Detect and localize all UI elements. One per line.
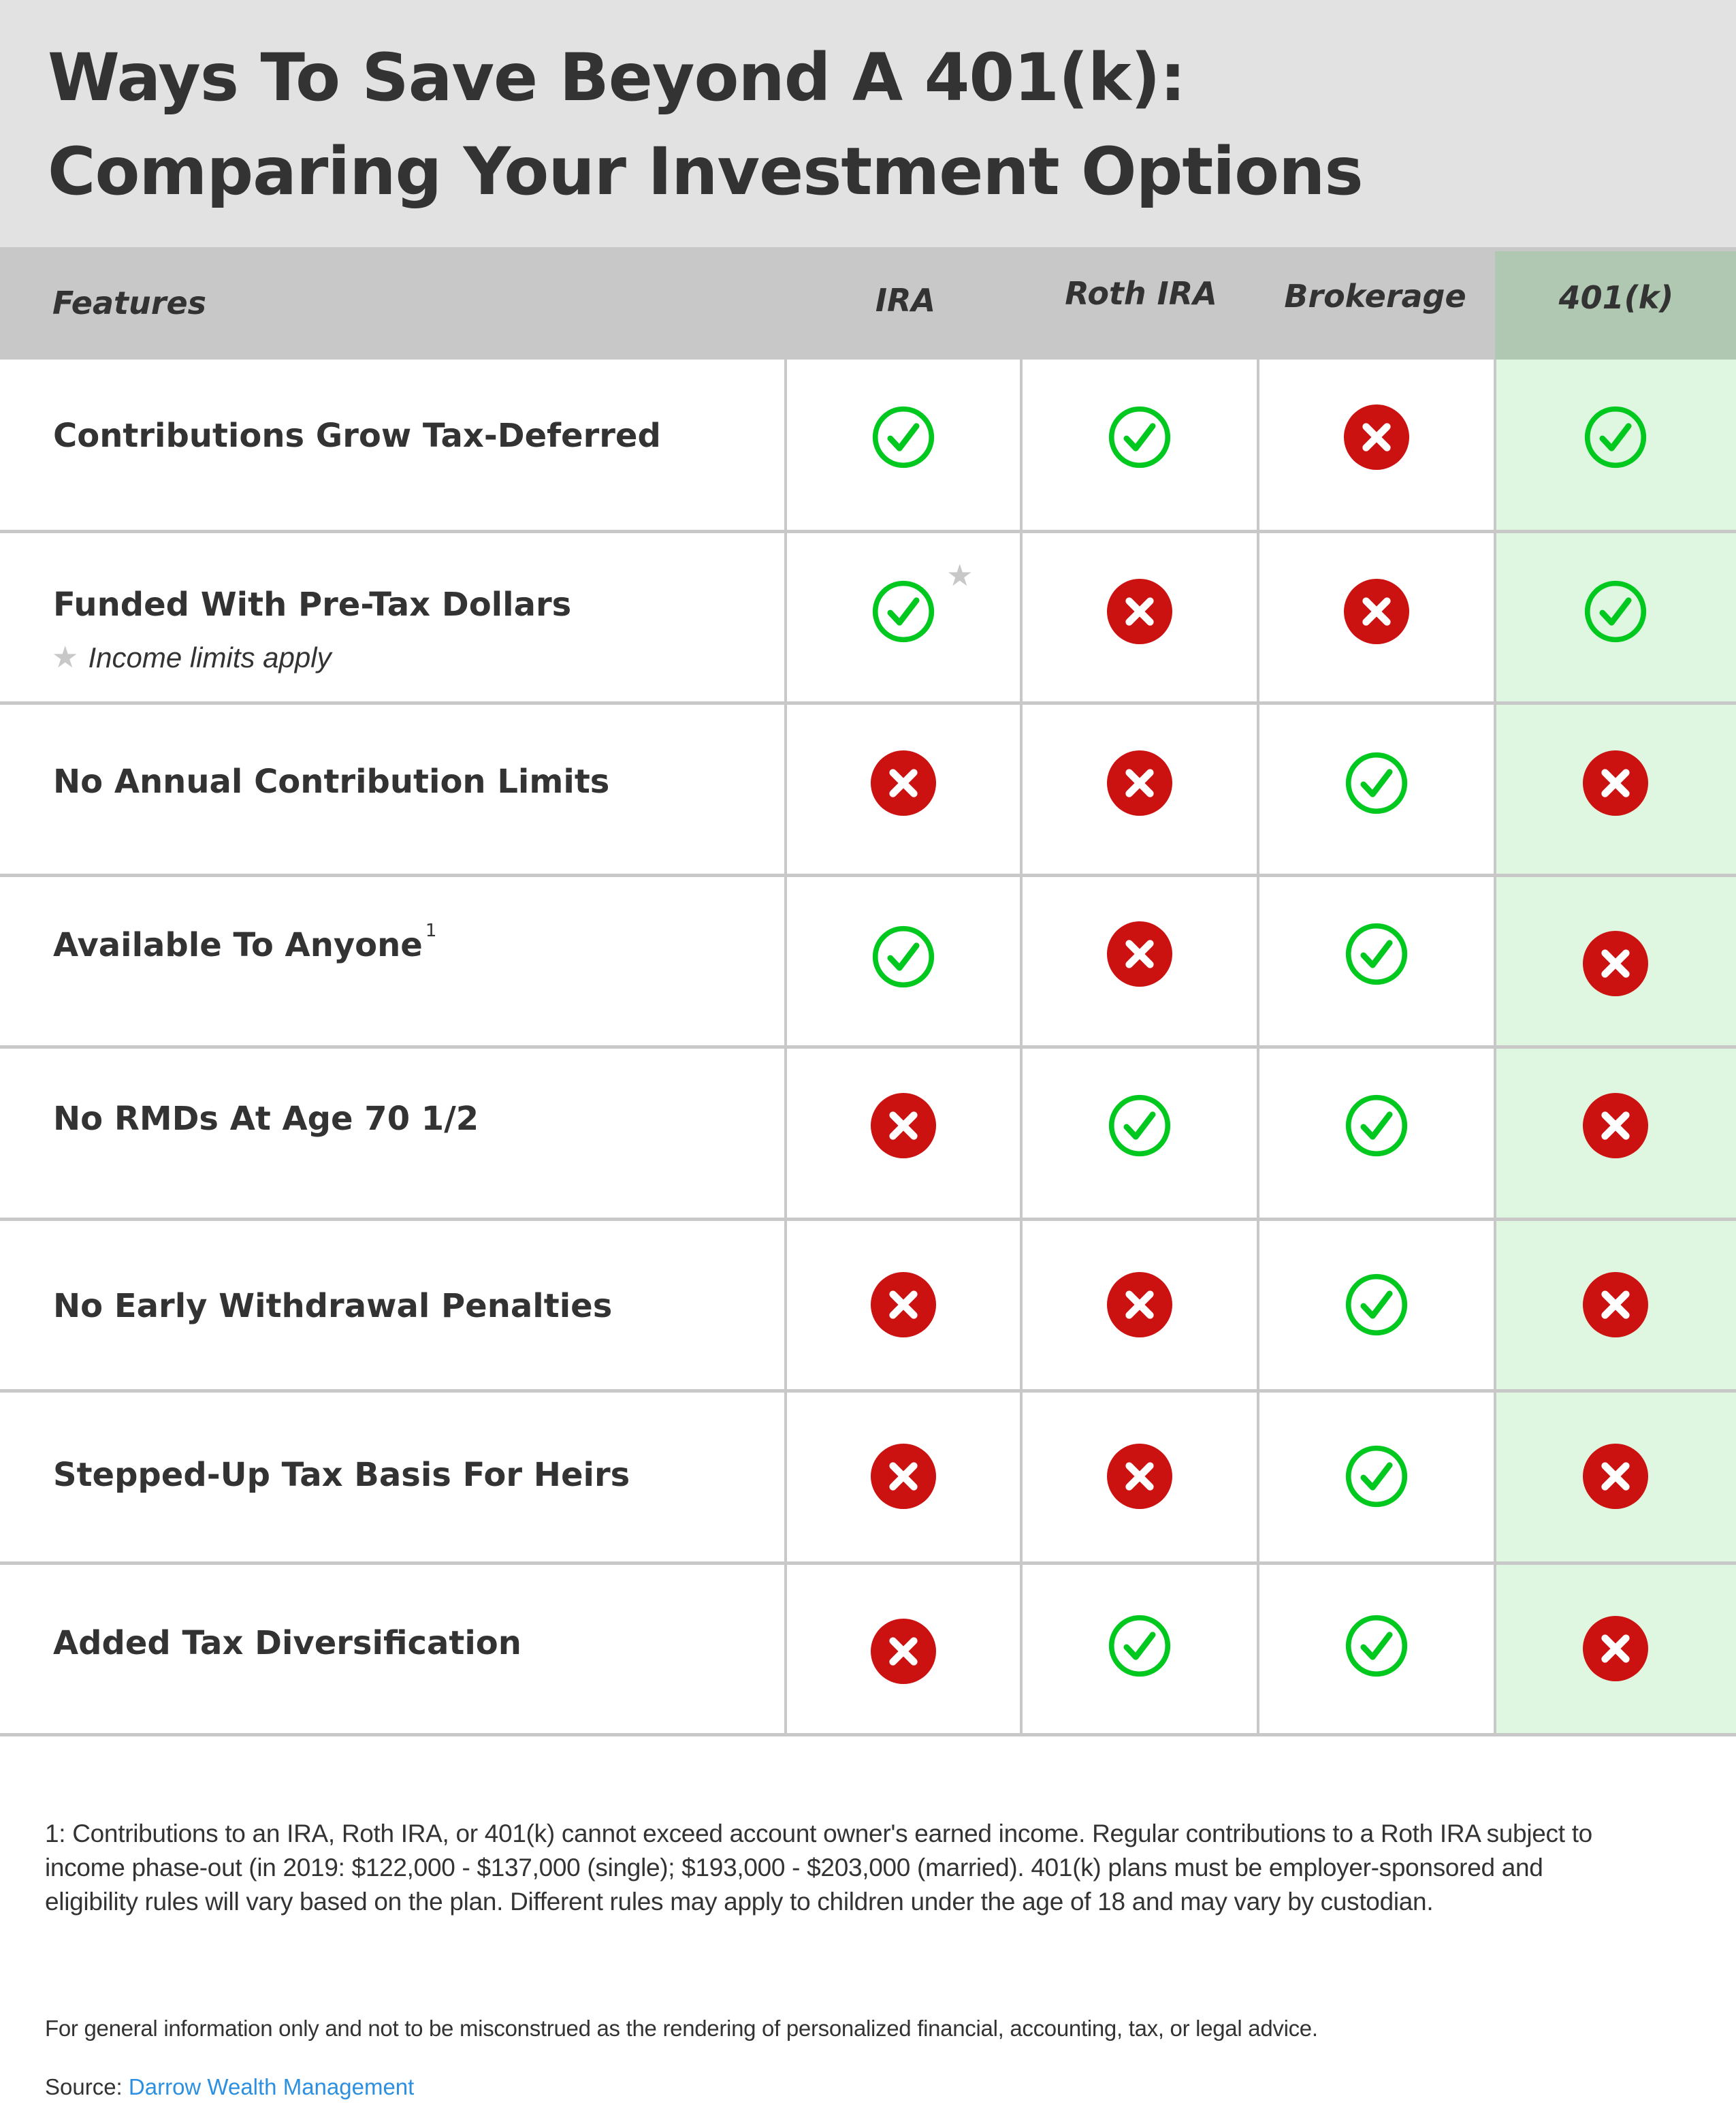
x-circle-icon [871, 1444, 936, 1509]
x-circle-icon [1107, 921, 1172, 987]
star-icon: ★ [52, 641, 79, 674]
feature-text: No Early Withdrawal Penalties [53, 1287, 613, 1325]
income-limits-text: Income limits apply [88, 641, 332, 673]
x-circle-icon [1583, 1093, 1648, 1158]
x-circle-icon [1107, 579, 1172, 644]
check-circle-icon [871, 579, 936, 644]
feature-text: Funded With Pre-Tax Dollars [53, 586, 572, 624]
row-divider [0, 1218, 1736, 1221]
footnote: 1: Contributions to an IRA, Roth IRA, or… [45, 1820, 1592, 1916]
row-divider [0, 530, 1736, 533]
check-circle-icon [871, 404, 936, 470]
table-header [0, 247, 1736, 360]
row-divider [0, 701, 1736, 705]
feature-label: Stepped-Up Tax Basis For Heirs [53, 1456, 630, 1494]
source-label: Source: [45, 2074, 123, 2099]
x-circle-icon [1107, 1272, 1172, 1337]
x-circle-icon [1107, 750, 1172, 816]
feature-label: Funded With Pre-Tax Dollars [53, 586, 571, 624]
column-header-roth-ira: Roth IRA [1065, 275, 1217, 312]
row-divider [0, 1389, 1736, 1393]
x-circle-icon [871, 750, 936, 816]
column-header-ira: IRA [875, 282, 936, 319]
check-circle-icon [1344, 750, 1409, 816]
feature-text: No Annual Contribution Limits [53, 763, 610, 801]
x-circle-icon [1344, 404, 1409, 470]
x-circle-icon [1107, 1444, 1172, 1509]
feature-label: No RMDs At Age 70 1/2 [53, 1100, 479, 1138]
check-circle-icon [1107, 1613, 1172, 1679]
check-circle-icon [1344, 921, 1409, 987]
check-circle-icon [871, 924, 936, 989]
x-circle-icon [1583, 1444, 1648, 1509]
feature-label: No Early Withdrawal Penalties [53, 1287, 612, 1325]
feature-text: Added Tax Diversification [53, 1624, 521, 1662]
disclaimer: For general information only and not to … [45, 2016, 1318, 2041]
row-divider [0, 1561, 1736, 1565]
x-circle-icon [1583, 1272, 1648, 1337]
check-circle-icon [1344, 1613, 1409, 1679]
feature-label: No Annual Contribution Limits [53, 763, 609, 801]
check-circle-icon [1107, 404, 1172, 470]
x-circle-icon [871, 1272, 936, 1337]
feature-label: Added Tax Diversification [53, 1624, 521, 1662]
source-link[interactable]: Darrow Wealth Management [129, 2074, 414, 2099]
x-circle-icon [1583, 1616, 1648, 1681]
source-line: Source: Darrow Wealth Management [45, 2074, 414, 2100]
feature-text: Stepped-Up Tax Basis For Heirs [53, 1456, 630, 1494]
check-circle-icon [1583, 404, 1648, 470]
feature-text: No RMDs At Age 70 1/2 [53, 1100, 479, 1138]
x-circle-icon [1344, 579, 1409, 644]
x-circle-icon [1583, 750, 1648, 816]
check-circle-icon [1344, 1093, 1409, 1158]
income-limits-note: ★ Income limits apply [52, 640, 332, 675]
column-header-401k: 401(k) [1558, 279, 1674, 316]
check-circle-icon [1344, 1272, 1409, 1337]
page-title-line-1: Ways To Save Beyond A 401(k): [48, 39, 1186, 116]
x-circle-icon [871, 1619, 936, 1684]
feature-label: Contributions Grow Tax-Deferred [53, 417, 661, 455]
page-title-line-2: Comparing Your Investment Options [48, 133, 1364, 210]
check-circle-icon [1344, 1444, 1409, 1509]
footnote-ref: 1 [425, 921, 437, 941]
row-divider [0, 1045, 1736, 1049]
column-header-features: Features [52, 285, 207, 321]
feature-label: Available To Anyone 1 [53, 921, 436, 964]
check-circle-icon [1583, 579, 1648, 644]
x-circle-icon [1583, 931, 1648, 996]
feature-text: Contributions Grow Tax-Deferred [53, 417, 661, 455]
row-divider [0, 1733, 1736, 1736]
star-icon: ★ [946, 559, 974, 592]
title-banner: Ways To Save Beyond A 401(k): Comparing … [0, 0, 1736, 247]
feature-text: Available To Anyone [53, 926, 423, 964]
row-divider [0, 874, 1736, 877]
x-circle-icon [871, 1093, 936, 1158]
check-circle-icon [1107, 1093, 1172, 1158]
column-header-brokerage: Brokerage [1284, 278, 1466, 315]
